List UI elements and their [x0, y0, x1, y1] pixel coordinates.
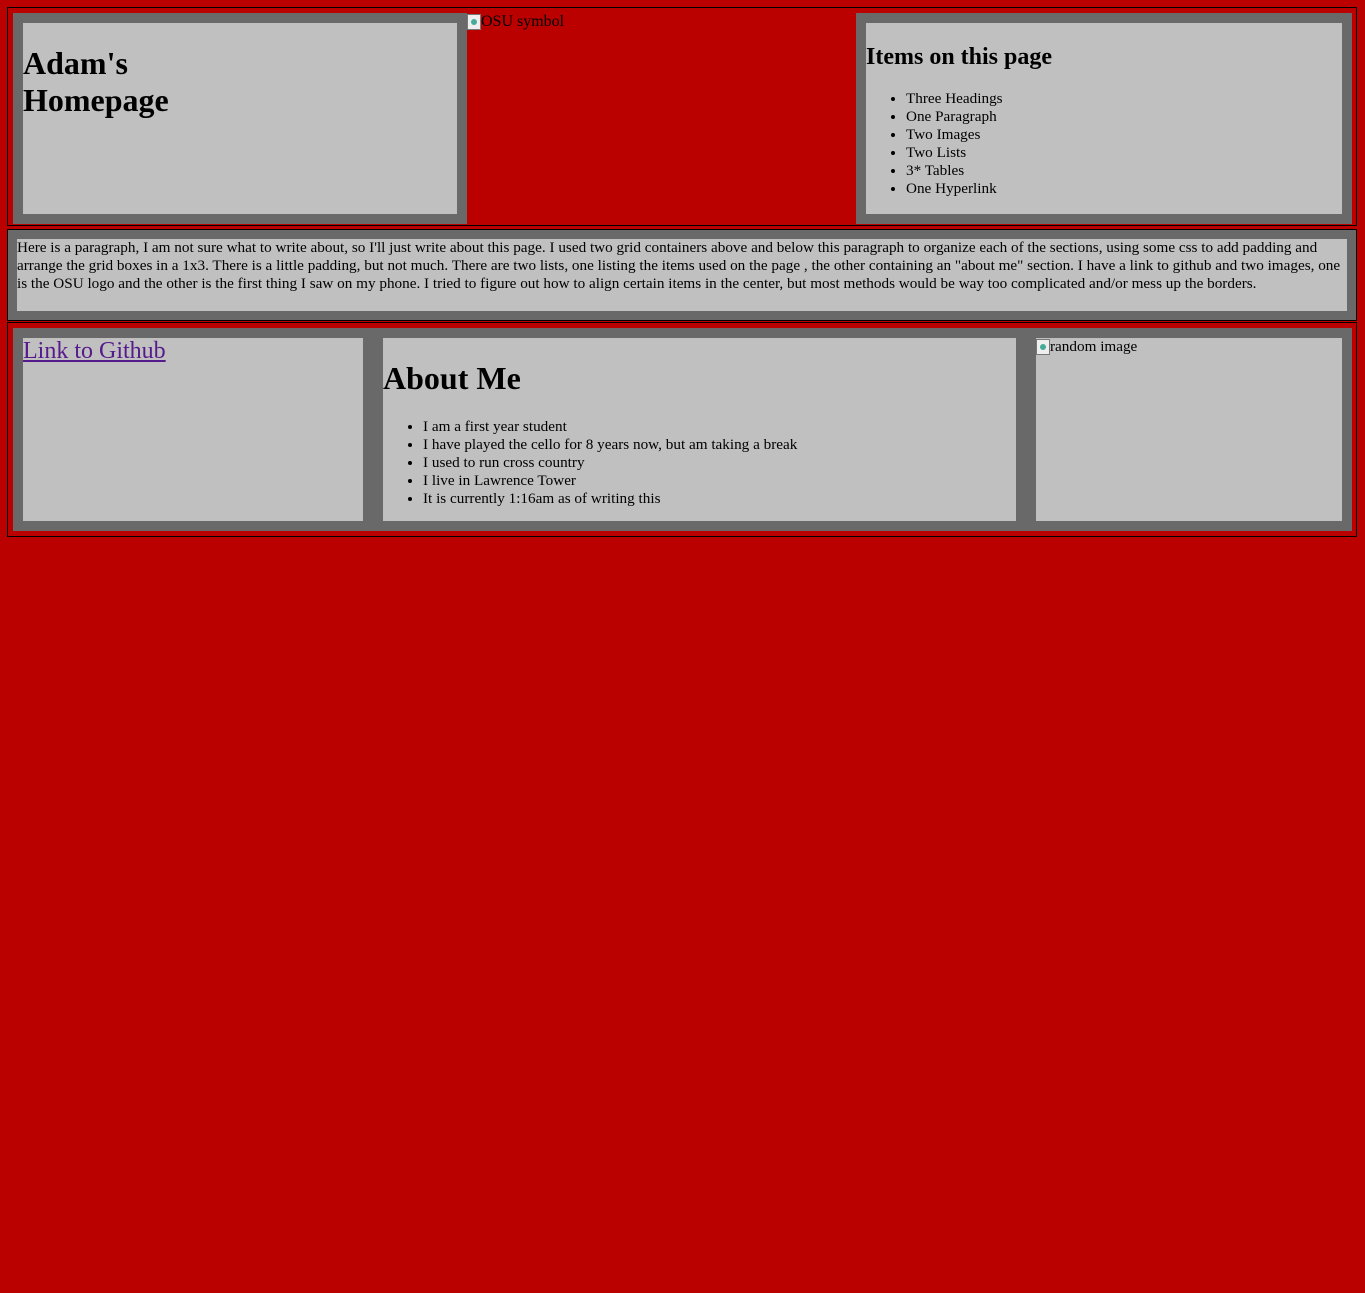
items-heading: Items on this page — [866, 44, 1053, 70]
list-item: One Hyperlink — [906, 180, 1003, 198]
bottom-grid-container: Link to Github About Me I am a first yea… — [7, 322, 1357, 537]
random-image: random image — [1036, 338, 1137, 356]
list-item: I used to run cross country — [423, 454, 797, 472]
intro-paragraph: Here is a paragraph, I am not sure what … — [17, 239, 1347, 311]
about-list: I am a first year student I have played … — [383, 418, 797, 508]
list-item: I am a first year student — [423, 418, 797, 436]
title-box: Adam's Homepage — [13, 13, 467, 224]
random-image-alt-text: random image — [1050, 338, 1138, 355]
list-item: It is currently 1:16am as of writing thi… — [423, 490, 797, 508]
items-list: Three Headings One Paragraph Two Images … — [866, 90, 1003, 198]
list-item: Three Headings — [906, 90, 1003, 108]
broken-image-icon — [467, 14, 481, 30]
list-item: One Paragraph — [906, 108, 1003, 126]
list-item: 3* Tables — [906, 162, 1003, 180]
about-box: About Me I am a first year student I hav… — [373, 328, 1026, 531]
list-item: Two Images — [906, 126, 1003, 144]
paragraph-container: Here is a paragraph, I am not sure what … — [7, 229, 1357, 321]
list-item: Two Lists — [906, 144, 1003, 162]
page-title: Adam's Homepage — [23, 45, 169, 118]
list-item: I have played the cello for 8 years now,… — [423, 436, 797, 454]
about-heading: About Me — [383, 360, 521, 396]
osu-symbol-image: OSU symbol — [467, 13, 564, 31]
github-link[interactable]: Link to Github — [23, 338, 166, 365]
top-grid-container: Adam's Homepage OSU symbol Items on this… — [7, 7, 1357, 226]
random-image-box: random image — [1026, 328, 1352, 531]
items-box: Items on this page Three Headings One Pa… — [856, 13, 1352, 224]
list-item: I live in Lawrence Tower — [423, 472, 797, 490]
link-box: Link to Github — [13, 328, 373, 531]
osu-symbol-alt-text: OSU symbol — [481, 13, 565, 30]
broken-image-icon — [1036, 339, 1050, 355]
